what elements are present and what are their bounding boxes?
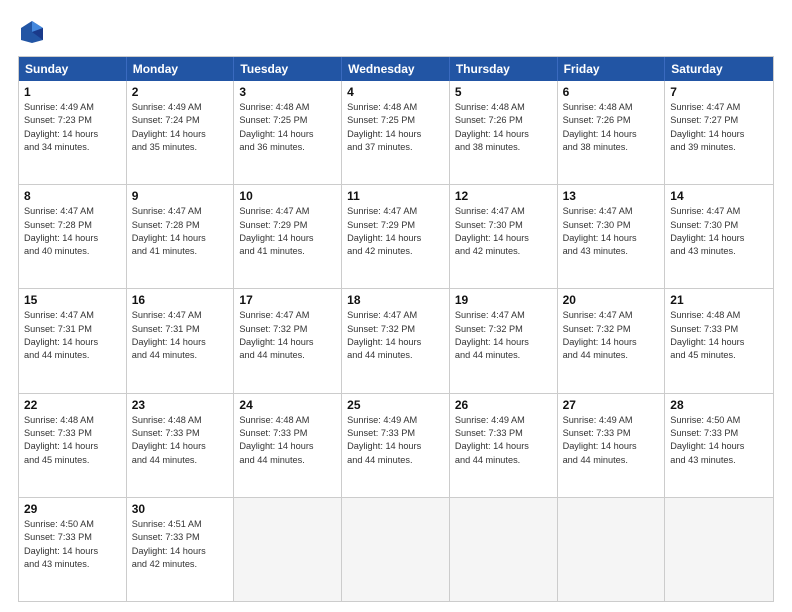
empty-3 <box>450 498 558 601</box>
day-14: 14 Sunrise: 4:47 AMSunset: 7:30 PMDaylig… <box>665 185 773 288</box>
empty-4 <box>558 498 666 601</box>
header-tuesday: Tuesday <box>234 57 342 81</box>
header-sunday: Sunday <box>19 57 127 81</box>
header-saturday: Saturday <box>665 57 773 81</box>
empty-2 <box>342 498 450 601</box>
calendar-header: Sunday Monday Tuesday Wednesday Thursday… <box>19 57 773 81</box>
day-11: 11 Sunrise: 4:47 AMSunset: 7:29 PMDaylig… <box>342 185 450 288</box>
week-5: 29 Sunrise: 4:50 AMSunset: 7:33 PMDaylig… <box>19 497 773 601</box>
day-13: 13 Sunrise: 4:47 AMSunset: 7:30 PMDaylig… <box>558 185 666 288</box>
calendar-body: 1 Sunrise: 4:49 AMSunset: 7:23 PMDayligh… <box>19 81 773 601</box>
day-4: 4 Sunrise: 4:48 AMSunset: 7:25 PMDayligh… <box>342 81 450 184</box>
logo-icon <box>18 18 46 46</box>
day-27: 27 Sunrise: 4:49 AMSunset: 7:33 PMDaylig… <box>558 394 666 497</box>
day-17: 17 Sunrise: 4:47 AMSunset: 7:32 PMDaylig… <box>234 289 342 392</box>
day-30: 30 Sunrise: 4:51 AMSunset: 7:33 PMDaylig… <box>127 498 235 601</box>
day-5: 5 Sunrise: 4:48 AMSunset: 7:26 PMDayligh… <box>450 81 558 184</box>
day-23: 23 Sunrise: 4:48 AMSunset: 7:33 PMDaylig… <box>127 394 235 497</box>
week-2: 8 Sunrise: 4:47 AMSunset: 7:28 PMDayligh… <box>19 184 773 288</box>
header-thursday: Thursday <box>450 57 558 81</box>
day-20: 20 Sunrise: 4:47 AMSunset: 7:32 PMDaylig… <box>558 289 666 392</box>
day-10: 10 Sunrise: 4:47 AMSunset: 7:29 PMDaylig… <box>234 185 342 288</box>
header-monday: Monday <box>127 57 235 81</box>
day-12: 12 Sunrise: 4:47 AMSunset: 7:30 PMDaylig… <box>450 185 558 288</box>
day-7: 7 Sunrise: 4:47 AMSunset: 7:27 PMDayligh… <box>665 81 773 184</box>
day-18: 18 Sunrise: 4:47 AMSunset: 7:32 PMDaylig… <box>342 289 450 392</box>
day-3: 3 Sunrise: 4:48 AMSunset: 7:25 PMDayligh… <box>234 81 342 184</box>
logo <box>18 18 50 46</box>
header-wednesday: Wednesday <box>342 57 450 81</box>
day-28: 28 Sunrise: 4:50 AMSunset: 7:33 PMDaylig… <box>665 394 773 497</box>
empty-5 <box>665 498 773 601</box>
day-1: 1 Sunrise: 4:49 AMSunset: 7:23 PMDayligh… <box>19 81 127 184</box>
day-19: 19 Sunrise: 4:47 AMSunset: 7:32 PMDaylig… <box>450 289 558 392</box>
day-21: 21 Sunrise: 4:48 AMSunset: 7:33 PMDaylig… <box>665 289 773 392</box>
day-24: 24 Sunrise: 4:48 AMSunset: 7:33 PMDaylig… <box>234 394 342 497</box>
day-15: 15 Sunrise: 4:47 AMSunset: 7:31 PMDaylig… <box>19 289 127 392</box>
calendar-page: Sunday Monday Tuesday Wednesday Thursday… <box>0 0 792 612</box>
day-16: 16 Sunrise: 4:47 AMSunset: 7:31 PMDaylig… <box>127 289 235 392</box>
header-friday: Friday <box>558 57 666 81</box>
day-29: 29 Sunrise: 4:50 AMSunset: 7:33 PMDaylig… <box>19 498 127 601</box>
week-1: 1 Sunrise: 4:49 AMSunset: 7:23 PMDayligh… <box>19 81 773 184</box>
day-6: 6 Sunrise: 4:48 AMSunset: 7:26 PMDayligh… <box>558 81 666 184</box>
calendar-grid: Sunday Monday Tuesday Wednesday Thursday… <box>18 56 774 602</box>
day-22: 22 Sunrise: 4:48 AMSunset: 7:33 PMDaylig… <box>19 394 127 497</box>
day-8: 8 Sunrise: 4:47 AMSunset: 7:28 PMDayligh… <box>19 185 127 288</box>
day-2: 2 Sunrise: 4:49 AMSunset: 7:24 PMDayligh… <box>127 81 235 184</box>
day-9: 9 Sunrise: 4:47 AMSunset: 7:28 PMDayligh… <box>127 185 235 288</box>
week-4: 22 Sunrise: 4:48 AMSunset: 7:33 PMDaylig… <box>19 393 773 497</box>
empty-1 <box>234 498 342 601</box>
page-header <box>18 18 774 46</box>
day-25: 25 Sunrise: 4:49 AMSunset: 7:33 PMDaylig… <box>342 394 450 497</box>
day-26: 26 Sunrise: 4:49 AMSunset: 7:33 PMDaylig… <box>450 394 558 497</box>
week-3: 15 Sunrise: 4:47 AMSunset: 7:31 PMDaylig… <box>19 288 773 392</box>
